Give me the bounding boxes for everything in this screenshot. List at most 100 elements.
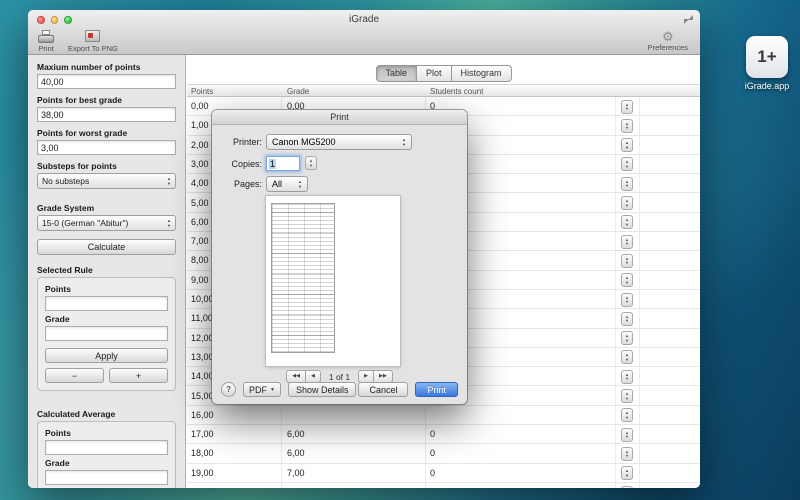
substeps-select[interactable]: No substeps ▲ ▼	[37, 173, 176, 189]
grade-system-select[interactable]: 15-0 (German "Abitur") ▲ ▼	[37, 215, 176, 231]
table-row[interactable]: 19,00 7,00 0 ▲ ▼	[187, 464, 700, 483]
row-stepper[interactable]: ▲▼	[621, 157, 633, 172]
row-stepper[interactable]: ▲▼	[621, 118, 633, 133]
page-status: 1 of 1	[328, 371, 351, 382]
pdf-menu-button[interactable]: PDF ▼	[243, 382, 281, 397]
cell-points: 10,00	[191, 294, 214, 304]
cell-points: 6,00	[191, 216, 209, 227]
row-stepper[interactable]: ▲▼	[621, 273, 633, 288]
rule-points-field[interactable]	[45, 296, 168, 311]
tab-histogram[interactable]: Histogram	[451, 65, 512, 82]
copies-input[interactable]: 1	[266, 156, 300, 171]
max-points-field[interactable]: 40,00	[37, 74, 176, 89]
avg-points-label: Points	[45, 428, 71, 438]
avg-grade-label: Grade	[45, 458, 70, 468]
cell-points: 1,00	[191, 120, 209, 131]
cell-points: 16,00	[191, 409, 214, 420]
calculate-button[interactable]: Calculate	[37, 239, 176, 255]
zoom-button[interactable]	[64, 16, 72, 24]
printer-select[interactable]: Canon MG5200 ▲ ▼	[266, 134, 412, 150]
row-stepper[interactable]: ▲▼	[621, 331, 633, 346]
export-png-button[interactable]: Export To PNG	[68, 30, 118, 53]
row-stepper[interactable]: ▲▼	[621, 234, 633, 249]
cell-points: 17,00	[191, 429, 214, 440]
row-stepper[interactable]: ▲▼	[621, 466, 633, 481]
preferences-button[interactable]: ⚙ Preferences	[648, 30, 688, 52]
table-row[interactable]: 20,00 7,00 0 ▲▼	[187, 483, 700, 488]
show-details-button[interactable]: Show Details	[287, 382, 357, 397]
cell-grade: 6,00	[287, 448, 305, 459]
avg-grade-field[interactable]	[45, 470, 168, 485]
column-header-students[interactable]: Students count	[430, 87, 483, 96]
row-stepper[interactable]: ▲▼	[621, 138, 633, 153]
cell-points: 4,00	[191, 178, 209, 189]
close-button[interactable]	[37, 16, 45, 24]
cell-students: 0	[430, 483, 435, 488]
add-rule-button[interactable]: +	[109, 368, 168, 383]
pages-select[interactable]: All ▲ ▼	[266, 176, 308, 192]
worst-grade-field[interactable]: 3,00	[37, 140, 176, 155]
cell-points: 5,00	[191, 197, 209, 208]
minimize-button[interactable]	[50, 16, 58, 24]
row-stepper[interactable]: ▲▼	[621, 485, 633, 488]
print-toolbar-button[interactable]: Print	[38, 30, 54, 53]
export-label: Export To PNG	[68, 44, 118, 53]
table-row[interactable]: 17,00 6,00 0 ▲ ▼	[187, 425, 700, 445]
window-title: iGrade	[348, 14, 379, 25]
igrade-app-desktop-icon[interactable]: 1+ iGrade.app	[734, 36, 800, 91]
cell-points: 8,00	[191, 255, 209, 266]
row-stepper[interactable]: ▲▼	[621, 408, 633, 423]
row-stepper[interactable]: ▲▼	[621, 99, 633, 114]
cell-points: 18,00	[191, 448, 214, 459]
cancel-button[interactable]: Cancel	[358, 382, 409, 397]
selected-rule-group: Points Grade Apply − +	[37, 277, 176, 391]
best-grade-label: Points for best grade	[37, 95, 123, 105]
column-header-grade[interactable]: Grade	[287, 87, 309, 96]
help-button[interactable]: ?	[221, 382, 236, 397]
row-stepper[interactable]: ▲▼	[621, 389, 633, 403]
row-stepper[interactable]: ▲▼	[621, 350, 633, 365]
tab-table[interactable]: Table	[375, 65, 417, 82]
remove-rule-button[interactable]: −	[45, 368, 104, 383]
row-stepper[interactable]: ▲▼	[621, 311, 633, 326]
cell-points: 11,00	[191, 313, 213, 324]
row-stepper[interactable]: ▲▼	[621, 369, 633, 384]
printer-icon	[38, 30, 54, 43]
print-dialog: Print Printer: Canon MG5200 ▲ ▼ Copies: 1…	[212, 110, 467, 404]
copies-stepper[interactable]: ▲ ▼	[305, 156, 317, 170]
calculated-average-title: Calculated Average	[37, 409, 116, 419]
row-stepper[interactable]: ▲▼	[621, 196, 633, 210]
column-header-points[interactable]: Points	[191, 87, 213, 96]
cell-students: 0	[430, 467, 436, 478]
cell-grade: 7,00	[287, 483, 305, 488]
row-stepper[interactable]: ▲▼	[621, 446, 633, 461]
sidebar: Maxium number of points 40,00 Points for…	[28, 55, 186, 488]
avg-points-field[interactable]	[45, 440, 168, 455]
titlebar[interactable]: iGrade	[28, 10, 700, 28]
cell-points: 14,00	[191, 371, 214, 382]
fullscreen-icon[interactable]	[684, 15, 693, 24]
traffic-lights	[37, 16, 72, 24]
copies-value: 1	[269, 158, 277, 169]
print-button[interactable]: Print	[415, 382, 458, 397]
apply-button[interactable]: Apply	[45, 348, 168, 363]
row-stepper[interactable]: ▲▼	[621, 253, 633, 268]
gear-icon: ⚙	[661, 29, 674, 44]
cell-students: 0	[430, 429, 436, 440]
table-row[interactable]: 18,00 6,00 0 ▲ ▼	[187, 444, 700, 464]
table-header: Points Grade Students count	[187, 84, 700, 97]
cell-points: 2,00	[191, 139, 209, 150]
table-row[interactable]: 16,00 ▲ ▼	[187, 406, 700, 426]
tab-plot[interactable]: Plot	[416, 65, 452, 82]
row-stepper[interactable]: ▲▼	[621, 215, 633, 230]
popup-arrows-icon: ▲ ▼	[167, 218, 171, 228]
dialog-footer: ? PDF ▼ Show Details Cancel Print	[221, 382, 458, 397]
view-segmented-control: Table Plot Histogram	[375, 65, 512, 82]
best-grade-field[interactable]: 38,00	[37, 107, 176, 122]
row-stepper[interactable]: ▲▼	[621, 427, 633, 442]
window-chrome: iGrade Print Export To PNG ⚙ Preferences	[28, 10, 700, 55]
row-stepper[interactable]: ▲▼	[621, 176, 633, 191]
rule-grade-field[interactable]	[45, 326, 168, 341]
rule-points-label: Points	[45, 284, 71, 294]
row-stepper[interactable]: ▲▼	[621, 292, 633, 307]
